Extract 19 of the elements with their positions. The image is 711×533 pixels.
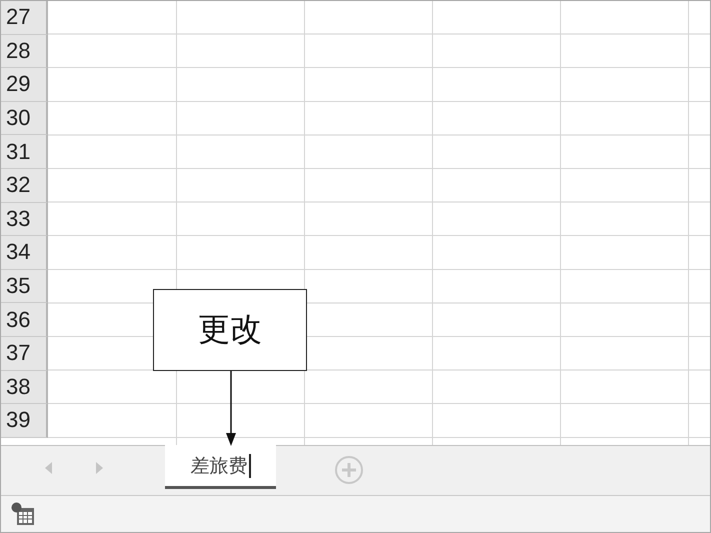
add-sheet-icon[interactable] xyxy=(334,455,364,485)
row-header[interactable]: 39 xyxy=(1,404,48,438)
scroll-left-icon[interactable] xyxy=(45,462,53,474)
row-header[interactable]: 35 xyxy=(1,270,48,304)
sheet-tab[interactable]: 差旅费 xyxy=(165,445,276,489)
row-header[interactable]: 36 xyxy=(1,303,48,337)
row-header[interactable]: 38 xyxy=(1,370,48,404)
row-header[interactable]: 29 xyxy=(1,68,48,102)
row-header[interactable]: 31 xyxy=(1,135,48,169)
row-header[interactable]: 27 xyxy=(1,1,48,35)
callout-label: 更改 xyxy=(153,289,307,371)
row-header[interactable]: 28 xyxy=(1,34,48,68)
row-header[interactable]: 37 xyxy=(1,336,48,371)
row-header[interactable]: 30 xyxy=(1,102,48,136)
row-header[interactable]: 34 xyxy=(1,236,48,270)
scroll-right-icon[interactable] xyxy=(95,462,103,474)
row-header[interactable]: 33 xyxy=(1,202,48,236)
sheet-grid-icon[interactable] xyxy=(11,502,35,526)
row-header[interactable]: 32 xyxy=(1,168,48,203)
